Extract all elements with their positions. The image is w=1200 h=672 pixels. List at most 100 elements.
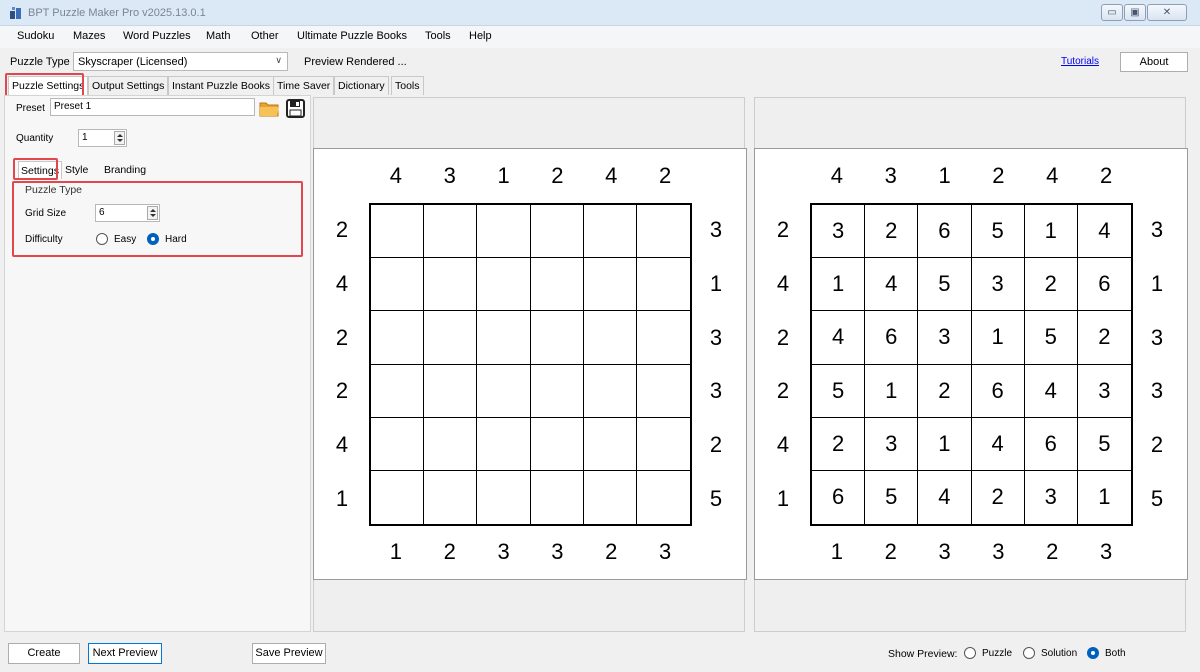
top-clue: 2 bbox=[992, 163, 1005, 188]
grid-cell: 2 bbox=[1024, 258, 1078, 312]
menu-math[interactable]: Math bbox=[206, 30, 230, 42]
right-clue: 2 bbox=[709, 432, 723, 458]
bottom-clue: 1 bbox=[389, 539, 403, 564]
right-clue: 3 bbox=[709, 378, 723, 404]
top-clue: 1 bbox=[497, 163, 510, 188]
close-icon: ✕ bbox=[1162, 7, 1172, 18]
show-solution-radio[interactable] bbox=[1023, 647, 1035, 659]
menu-sudoku[interactable]: Sudoku bbox=[17, 30, 54, 42]
quantity-label: Quantity bbox=[16, 133, 54, 144]
grid-cell bbox=[636, 258, 690, 312]
left-clue: 4 bbox=[776, 270, 790, 296]
grid-cell: 3 bbox=[918, 311, 972, 365]
left-clue: 4 bbox=[335, 270, 349, 296]
tab-time-saver[interactable]: Time Saver bbox=[273, 76, 335, 95]
open-folder-icon[interactable] bbox=[259, 99, 280, 118]
grid-cell bbox=[583, 311, 637, 365]
close-button[interactable]: ✕ bbox=[1147, 4, 1187, 21]
show-puzzle-label[interactable]: Puzzle bbox=[982, 648, 1012, 659]
grid-cell: 4 bbox=[1077, 205, 1131, 259]
maximize-button[interactable]: ▣ bbox=[1124, 4, 1146, 21]
right-clue: 3 bbox=[1150, 324, 1164, 350]
preset-label: Preset bbox=[16, 103, 45, 114]
title-bar: BPT Puzzle Maker Pro v2025.13.0.1 ▭ ▣ ✕ bbox=[0, 0, 1200, 26]
show-both-radio[interactable] bbox=[1087, 647, 1099, 659]
save-preview-button[interactable]: Save Preview bbox=[252, 643, 326, 664]
tab-puzzle-settings[interactable]: Puzzle Settings bbox=[8, 76, 89, 96]
grid-cell bbox=[530, 364, 584, 418]
bottom-bar bbox=[0, 636, 1200, 672]
grid-size-spin-buttons[interactable] bbox=[147, 206, 158, 220]
grid-cell bbox=[636, 311, 690, 365]
right-clue: 3 bbox=[709, 216, 723, 242]
tutorials-link[interactable]: Tutorials bbox=[1061, 56, 1099, 67]
grid-cell: 3 bbox=[865, 417, 919, 471]
bottom-clue: 2 bbox=[884, 539, 897, 564]
grid-cell bbox=[583, 364, 637, 418]
spin-up-icon bbox=[150, 209, 156, 212]
window-title: BPT Puzzle Maker Pro v2025.13.0.1 bbox=[28, 7, 206, 19]
puzzle-preview: 4 3 1 2 4 2 1 2 3 3 2 3 2 4 2 2 4 1 3 1 3 3 2 5 bbox=[313, 148, 747, 580]
grid-cell bbox=[530, 417, 584, 471]
puzzle-type-select[interactable]: Skyscraper (Licensed) ∨ bbox=[73, 52, 288, 71]
subtab-style[interactable]: Style bbox=[65, 161, 88, 179]
minimize-button[interactable]: ▭ bbox=[1101, 4, 1123, 21]
grid-cell: 4 bbox=[971, 417, 1025, 471]
grid-size-value: 6 bbox=[99, 207, 105, 218]
menu-tools[interactable]: Tools bbox=[425, 30, 451, 42]
grid-cell bbox=[424, 205, 478, 259]
grid-cell bbox=[531, 470, 584, 524]
grid-cell: 3 bbox=[1025, 470, 1078, 524]
difficulty-hard-label[interactable]: Hard bbox=[165, 234, 187, 245]
spin-down-icon bbox=[150, 214, 156, 217]
left-clue: 2 bbox=[776, 324, 790, 350]
show-both-label[interactable]: Both bbox=[1105, 648, 1126, 659]
grid-cell bbox=[477, 311, 531, 365]
solution-preview: 326514145326463152512643231465654231 431… bbox=[754, 148, 1188, 580]
difficulty-hard-radio[interactable] bbox=[147, 233, 159, 245]
minimize-icon: ▭ bbox=[1107, 7, 1117, 18]
grid-cell: 5 bbox=[918, 258, 972, 312]
menu-help[interactable]: Help bbox=[469, 30, 492, 42]
bottom-clue: 2 bbox=[443, 539, 456, 564]
grid-cell bbox=[636, 205, 690, 259]
grid-cell bbox=[583, 417, 637, 471]
tab-dictionary[interactable]: Dictionary bbox=[334, 76, 389, 95]
grid-size-stepper[interactable]: 6 bbox=[95, 204, 160, 222]
difficulty-easy-radio[interactable] bbox=[96, 233, 108, 245]
right-clue: 5 bbox=[709, 486, 723, 512]
about-button[interactable]: About bbox=[1120, 52, 1188, 72]
bottom-clue: 3 bbox=[658, 539, 672, 564]
grid-cell bbox=[371, 417, 425, 471]
tab-instant-puzzle-books[interactable]: Instant Puzzle Books bbox=[168, 76, 275, 95]
difficulty-easy-label[interactable]: Easy bbox=[114, 234, 136, 245]
grid-cell: 5 bbox=[1024, 311, 1078, 365]
menu-mazes[interactable]: Mazes bbox=[73, 30, 105, 42]
grid-cell: 2 bbox=[972, 470, 1025, 524]
subtab-settings[interactable]: Settings bbox=[18, 161, 62, 179]
menu-word-puzzles[interactable]: Word Puzzles bbox=[123, 30, 191, 42]
right-clue: 1 bbox=[709, 270, 723, 296]
top-clue: 1 bbox=[938, 163, 951, 188]
left-clue: 4 bbox=[335, 432, 349, 458]
grid-cell bbox=[530, 205, 584, 259]
menu-ultimate-puzzle-books[interactable]: Ultimate Puzzle Books bbox=[297, 30, 407, 42]
grid-cell bbox=[636, 418, 690, 471]
grid-cell: 5 bbox=[865, 470, 919, 524]
difficulty-label: Difficulty bbox=[25, 234, 63, 245]
quantity-stepper[interactable]: 1 bbox=[78, 129, 127, 147]
tab-output-settings[interactable]: Output Settings bbox=[88, 76, 169, 95]
preset-input[interactable]: Preset 1 bbox=[50, 98, 255, 116]
subtab-branding[interactable]: Branding bbox=[104, 161, 146, 179]
grid-cell bbox=[424, 470, 478, 524]
grid-cell bbox=[371, 205, 425, 259]
create-button[interactable]: Create bbox=[8, 643, 80, 664]
next-preview-button[interactable]: Next Preview bbox=[88, 643, 162, 664]
quantity-spin-buttons[interactable] bbox=[114, 131, 125, 145]
menu-other[interactable]: Other bbox=[251, 30, 279, 42]
tab-tools[interactable]: Tools bbox=[391, 76, 424, 95]
show-puzzle-radio[interactable] bbox=[964, 647, 976, 659]
show-solution-label[interactable]: Solution bbox=[1041, 648, 1077, 659]
top-clue: 4 bbox=[1046, 163, 1059, 188]
save-icon[interactable] bbox=[286, 99, 305, 118]
